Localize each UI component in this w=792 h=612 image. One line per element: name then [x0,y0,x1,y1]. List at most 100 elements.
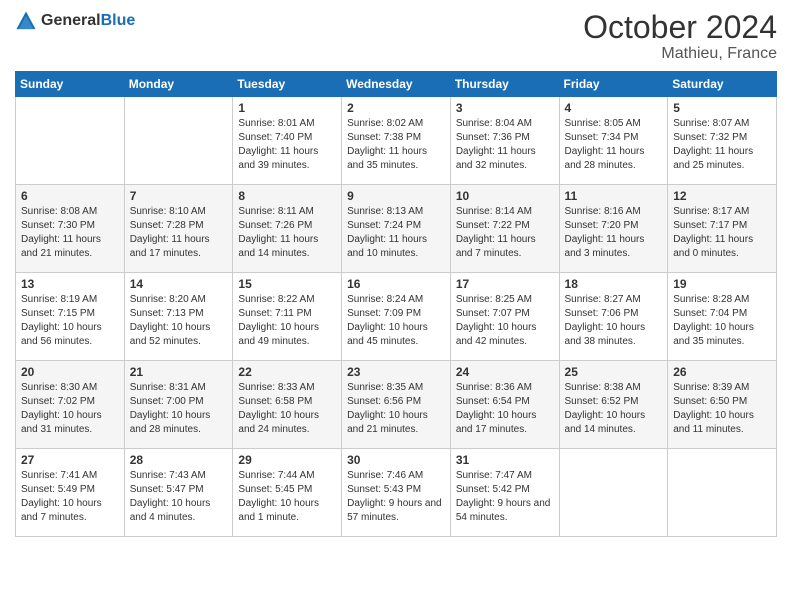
day-number: 30 [347,453,445,467]
header: GeneralBlue October 2024 Mathieu, France [15,10,777,63]
calendar-cell: 9 Sunrise: 8:13 AM Sunset: 7:24 PM Daylig… [342,185,451,273]
day-number: 3 [456,101,554,115]
day-info: Sunrise: 8:31 AM Sunset: 7:00 PM Dayligh… [130,381,228,437]
day-info: Sunrise: 7:43 AM Sunset: 5:47 PM Dayligh… [130,469,228,525]
day-number: 10 [456,189,554,203]
day-number: 21 [130,365,228,379]
calendar-cell: 7 Sunrise: 8:10 AM Sunset: 7:28 PM Daylig… [124,185,233,273]
day-info: Sunrise: 8:07 AM Sunset: 7:32 PM Dayligh… [673,117,771,173]
day-number: 25 [565,365,663,379]
day-info: Sunrise: 8:35 AM Sunset: 6:56 PM Dayligh… [347,381,445,437]
day-number: 29 [238,453,336,467]
day-number: 12 [673,189,771,203]
day-number: 28 [130,453,228,467]
logo: GeneralBlue [15,10,135,32]
header-day: Wednesday [342,72,451,97]
calendar-cell: 5 Sunrise: 8:07 AM Sunset: 7:32 PM Daylig… [668,97,777,185]
day-number: 20 [21,365,119,379]
calendar-cell: 6Sunrise: 8:08 AM Sunset: 7:30 PM Daylig… [16,185,125,273]
calendar-cell: 8 Sunrise: 8:11 AM Sunset: 7:26 PM Daylig… [233,185,342,273]
day-number: 5 [673,101,771,115]
calendar-cell: 12 Sunrise: 8:17 AM Sunset: 7:17 PM Dayli… [668,185,777,273]
day-info: Sunrise: 8:10 AM Sunset: 7:28 PM Dayligh… [130,205,228,261]
day-info: Sunrise: 8:33 AM Sunset: 6:58 PM Dayligh… [238,381,336,437]
day-number: 18 [565,277,663,291]
calendar-cell: 17 Sunrise: 8:25 AM Sunset: 7:07 PM Dayli… [450,273,559,361]
calendar-cell: 20 Sunrise: 8:30 AM Sunset: 7:02 PM Dayli… [16,361,125,449]
day-number: 15 [238,277,336,291]
day-info: Sunrise: 8:13 AM Sunset: 7:24 PM Dayligh… [347,205,445,261]
day-info: Sunrise: 8:16 AM Sunset: 7:20 PM Dayligh… [565,205,663,261]
calendar-cell: 23 Sunrise: 8:35 AM Sunset: 6:56 PM Dayli… [342,361,451,449]
day-info: Sunrise: 8:39 AM Sunset: 6:50 PM Dayligh… [673,381,771,437]
day-info: Sunrise: 8:25 AM Sunset: 7:07 PM Dayligh… [456,293,554,349]
location-title: Mathieu, France [583,45,777,63]
week-row: 6Sunrise: 8:08 AM Sunset: 7:30 PM Daylig… [16,185,777,273]
day-info: Sunrise: 8:11 AM Sunset: 7:26 PM Dayligh… [238,205,336,261]
day-info: Sunrise: 7:41 AM Sunset: 5:49 PM Dayligh… [21,469,119,525]
day-info: Sunrise: 8:05 AM Sunset: 7:34 PM Dayligh… [565,117,663,173]
calendar-cell: 27 Sunrise: 7:41 AM Sunset: 5:49 PM Dayli… [16,449,125,537]
day-info: Sunrise: 8:17 AM Sunset: 7:17 PM Dayligh… [673,205,771,261]
day-info: Sunrise: 8:20 AM Sunset: 7:13 PM Dayligh… [130,293,228,349]
day-number: 31 [456,453,554,467]
calendar-cell: 30 Sunrise: 7:46 AM Sunset: 5:43 PM Dayli… [342,449,451,537]
header-day: Saturday [668,72,777,97]
calendar-cell [559,449,668,537]
day-info: Sunrise: 8:02 AM Sunset: 7:38 PM Dayligh… [347,117,445,173]
calendar-cell: 4 Sunrise: 8:05 AM Sunset: 7:34 PM Daylig… [559,97,668,185]
header-day: Tuesday [233,72,342,97]
logo-icon [15,10,37,32]
calendar-cell: 10 Sunrise: 8:14 AM Sunset: 7:22 PM Dayli… [450,185,559,273]
day-number: 23 [347,365,445,379]
day-number: 2 [347,101,445,115]
calendar-cell: 24Sunrise: 8:36 AM Sunset: 6:54 PM Dayli… [450,361,559,449]
header-row: SundayMondayTuesdayWednesdayThursdayFrid… [16,72,777,97]
calendar-cell: 19 Sunrise: 8:28 AM Sunset: 7:04 PM Dayli… [668,273,777,361]
day-number: 13 [21,277,119,291]
calendar-cell: 28 Sunrise: 7:43 AM Sunset: 5:47 PM Dayli… [124,449,233,537]
day-number: 14 [130,277,228,291]
calendar-cell: 25 Sunrise: 8:38 AM Sunset: 6:52 PM Dayli… [559,361,668,449]
day-number: 26 [673,365,771,379]
day-number: 16 [347,277,445,291]
day-number: 7 [130,189,228,203]
day-info: Sunrise: 8:30 AM Sunset: 7:02 PM Dayligh… [21,381,119,437]
calendar-cell [124,97,233,185]
day-info: Sunrise: 8:04 AM Sunset: 7:36 PM Dayligh… [456,117,554,173]
day-info: Sunrise: 8:38 AM Sunset: 6:52 PM Dayligh… [565,381,663,437]
calendar-cell: 1Sunrise: 8:01 AM Sunset: 7:40 PM Daylig… [233,97,342,185]
week-row: 27 Sunrise: 7:41 AM Sunset: 5:49 PM Dayli… [16,449,777,537]
week-row: 20 Sunrise: 8:30 AM Sunset: 7:02 PM Dayli… [16,361,777,449]
day-info: Sunrise: 8:24 AM Sunset: 7:09 PM Dayligh… [347,293,445,349]
day-info: Sunrise: 7:46 AM Sunset: 5:43 PM Dayligh… [347,469,445,525]
month-title: October 2024 [583,10,777,45]
day-number: 22 [238,365,336,379]
calendar-cell: 2 Sunrise: 8:02 AM Sunset: 7:38 PM Daylig… [342,97,451,185]
day-number: 1 [238,101,336,115]
week-row: 13Sunrise: 8:19 AM Sunset: 7:15 PM Dayli… [16,273,777,361]
calendar-cell: 11 Sunrise: 8:16 AM Sunset: 7:20 PM Dayli… [559,185,668,273]
calendar-cell: 13Sunrise: 8:19 AM Sunset: 7:15 PM Dayli… [16,273,125,361]
day-number: 24 [456,365,554,379]
day-number: 11 [565,189,663,203]
logo-general: GeneralBlue [41,12,135,30]
calendar-cell: 21 Sunrise: 8:31 AM Sunset: 7:00 PM Dayli… [124,361,233,449]
calendar-cell: 26 Sunrise: 8:39 AM Sunset: 6:50 PM Dayli… [668,361,777,449]
calendar-cell: 31Sunrise: 7:47 AM Sunset: 5:42 PM Dayli… [450,449,559,537]
day-number: 19 [673,277,771,291]
week-row: 1Sunrise: 8:01 AM Sunset: 7:40 PM Daylig… [16,97,777,185]
day-number: 8 [238,189,336,203]
calendar-table: SundayMondayTuesdayWednesdayThursdayFrid… [15,71,777,537]
header-day: Sunday [16,72,125,97]
day-number: 27 [21,453,119,467]
day-number: 9 [347,189,445,203]
calendar-cell: 15Sunrise: 8:22 AM Sunset: 7:11 PM Dayli… [233,273,342,361]
day-number: 4 [565,101,663,115]
day-info: Sunrise: 8:14 AM Sunset: 7:22 PM Dayligh… [456,205,554,261]
day-info: Sunrise: 8:28 AM Sunset: 7:04 PM Dayligh… [673,293,771,349]
calendar-cell: 22 Sunrise: 8:33 AM Sunset: 6:58 PM Dayli… [233,361,342,449]
day-number: 17 [456,277,554,291]
calendar-cell [16,97,125,185]
day-number: 6 [21,189,119,203]
